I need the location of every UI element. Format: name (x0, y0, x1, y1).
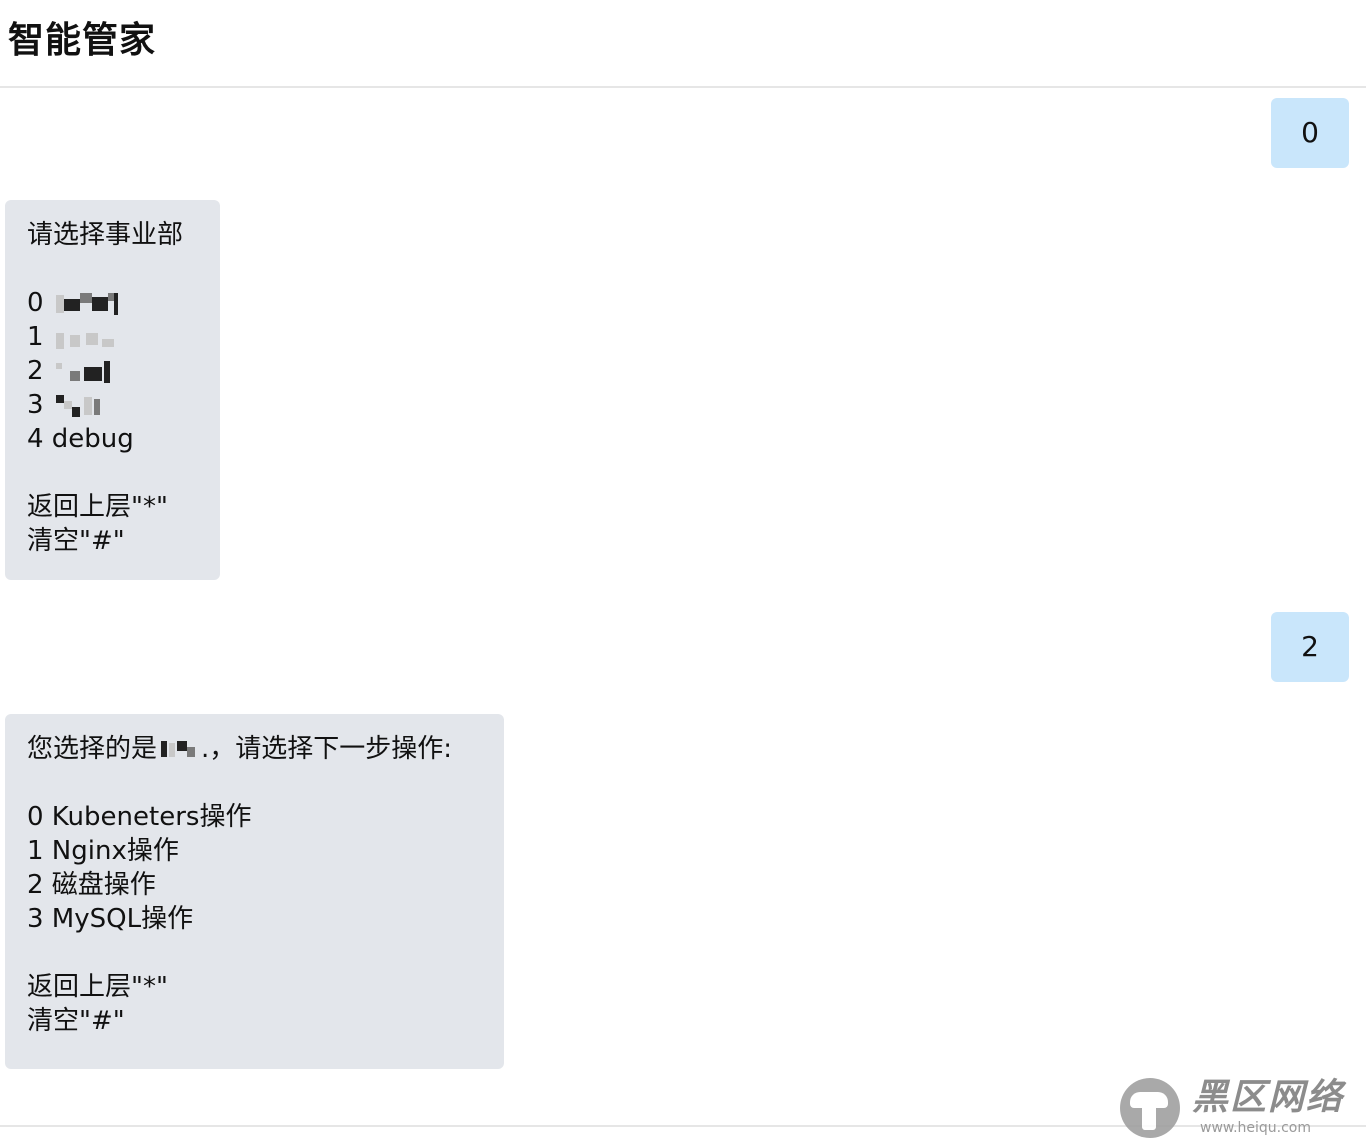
option-item: 4 debug (27, 424, 134, 454)
option-item: 3 MySQL操作 (27, 904, 194, 934)
user-message-text: 2 (1301, 630, 1319, 663)
option-item: 0 Kubeneters操作 (27, 802, 252, 832)
watermark: 黑区网络 www.heiqu.com (1120, 1076, 1356, 1140)
bot-prompt: 请选择事业部 (27, 220, 184, 250)
option-item: 0 (27, 286, 198, 320)
option-item: 1 (27, 320, 198, 354)
redacted-mask (55, 325, 120, 351)
option-item: 2 (27, 354, 198, 388)
bot-message: 请选择事业部 0 1 2 3 4 debug 返回上层"*" 清空"#" (5, 200, 220, 580)
back-hint: 返回上层"*" (27, 972, 168, 1002)
back-hint: 返回上层"*" (27, 492, 168, 522)
user-message: 2 (1271, 612, 1349, 682)
redacted-mask (159, 737, 201, 763)
header: 智能管家 (0, 0, 1366, 88)
chat-app: 智能管家 0 请选择事业部 0 1 2 3 4 debug 返回上层"*" 清空… (0, 0, 1366, 1146)
redacted-mask (55, 359, 120, 385)
bot-message: 您选择的是 .，请选择下一步操作: 0 Kubeneters操作 1 Nginx操… (5, 714, 504, 1069)
user-message-text: 0 (1301, 116, 1319, 149)
redacted-mask (55, 291, 120, 317)
clear-hint: 清空"#" (27, 526, 125, 556)
option-item: 3 (27, 388, 198, 422)
option-item: 1 Nginx操作 (27, 836, 179, 866)
user-message: 0 (1271, 98, 1349, 168)
watermark-sub: www.heiqu.com (1200, 1120, 1312, 1136)
option-item: 2 磁盘操作 (27, 870, 156, 900)
chat-log[interactable]: 0 请选择事业部 0 1 2 3 4 debug 返回上层"*" 清空"#" 2… (0, 88, 1366, 1126)
redacted-mask (55, 393, 120, 419)
page-title: 智能管家 (8, 20, 157, 61)
bot-prompt: 您选择的是 .，请选择下一步操作: (27, 734, 453, 764)
clear-hint: 清空"#" (27, 1006, 125, 1036)
watermark-brand: 黑区网络 (1192, 1077, 1345, 1118)
watermark-logo-icon (1120, 1078, 1180, 1138)
